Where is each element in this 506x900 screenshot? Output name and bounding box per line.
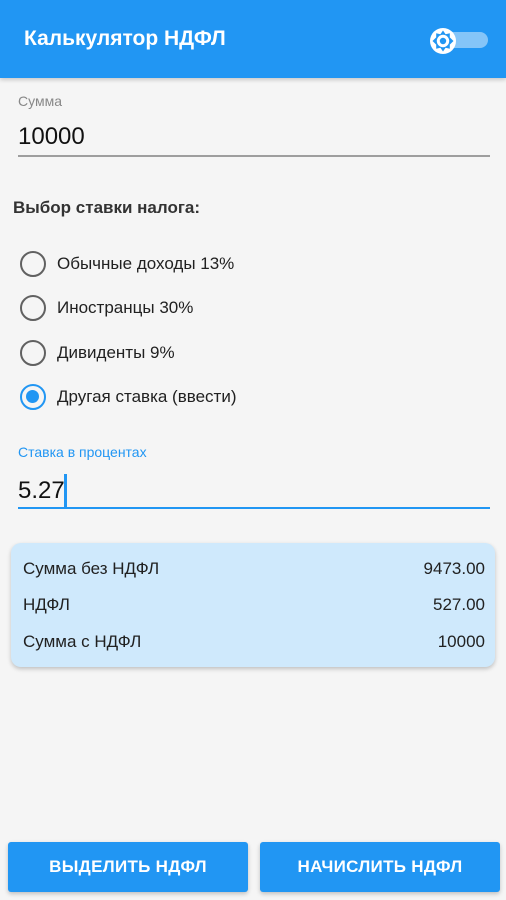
radio-button-selected[interactable] [20,384,46,410]
amount-label: Сумма [18,93,62,109]
radio-button[interactable] [20,340,46,366]
text-cursor [64,474,67,507]
add-tax-button[interactable]: НАЧИСЛИТЬ НДФЛ [260,842,500,892]
app-title: Калькулятор НДФЛ [24,27,226,50]
radio-button[interactable] [20,251,46,277]
app-bar: Калькулятор НДФЛ [0,0,506,78]
extract-tax-button[interactable]: ВЫДЕЛИТЬ НДФЛ [8,842,248,892]
amount-input[interactable]: 10000 [18,123,85,151]
radio-option-custom-rate[interactable]: Другая ставка (ввести) [20,382,420,412]
radio-selected-dot [26,390,39,403]
custom-rate-input[interactable]: 5.27 [18,477,65,505]
theme-toggle[interactable] [428,26,490,54]
radio-option-dividends[interactable]: Дивиденты 9% [20,338,420,368]
amount-input-underline [18,155,490,157]
result-row-gross-amount: Сумма с НДФЛ 10000 [23,632,485,656]
radio-label: Другая ставка (ввести) [57,387,237,406]
radio-label: Обычные доходы 13% [57,254,235,273]
result-label: Сумма без НДФЛ [23,559,160,578]
result-row-net-amount: Сумма без НДФЛ 9473.00 [23,559,485,583]
result-row-tax: НДФЛ 527.00 [23,595,485,619]
custom-rate-label: Ставка в процентах [18,444,147,460]
result-value: 527.00 [433,595,485,614]
radio-option-regular-income[interactable]: Обычные доходы 13% [20,249,420,279]
radio-label: Иностранцы 30% [57,298,194,317]
result-label: НДФЛ [23,595,70,614]
radio-label: Дивиденты 9% [57,343,175,362]
radio-button[interactable] [20,295,46,321]
result-card: Сумма без НДФЛ 9473.00 НДФЛ 527.00 Сумма… [11,543,495,667]
brightness-icon [430,28,456,54]
result-value: 9473.00 [423,559,485,578]
result-label: Сумма с НДФЛ [23,632,142,651]
tax-rate-title: Выбор ставки налога: [13,198,201,217]
radio-option-foreigners[interactable]: Иностранцы 30% [20,293,420,323]
custom-rate-input-underline [18,507,490,509]
result-value: 10000 [437,632,485,651]
